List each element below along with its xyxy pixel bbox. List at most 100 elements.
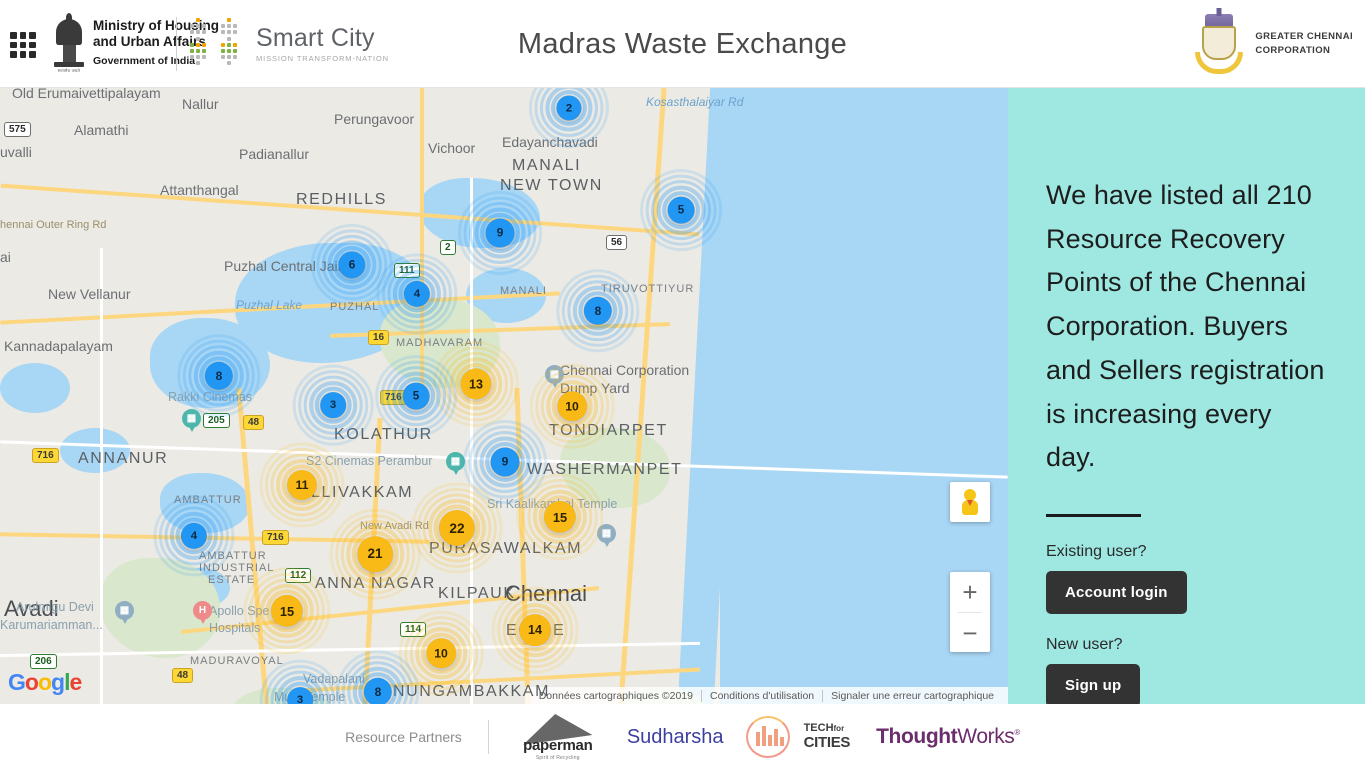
gcc-crest-icon xyxy=(1193,14,1245,74)
smart-city-dot xyxy=(196,36,201,41)
cluster-marker-count: 10 xyxy=(426,638,456,668)
thoughtworks-light: Works xyxy=(957,725,1015,748)
smart-city-dot xyxy=(196,30,201,35)
map-poi-pin[interactable]: H xyxy=(193,601,212,626)
map-road-6 xyxy=(236,388,269,704)
footer-divider xyxy=(487,720,489,754)
map-road-15 xyxy=(0,641,700,658)
map-place-label: uvalli xyxy=(0,144,32,160)
smart-city-dot xyxy=(233,55,238,60)
smart-city-tagline: MISSION TRANSFORM-NATION xyxy=(256,53,389,63)
street-view-pegman-button[interactable] xyxy=(950,482,990,522)
zoom-out-button[interactable]: − xyxy=(950,613,990,653)
smart-city-dot xyxy=(221,24,225,29)
map-road-13 xyxy=(100,248,103,704)
map-canvas[interactable]: Google Données cartographiques ©2019 Cond… xyxy=(0,88,1008,704)
map-attribution-item[interactable]: Données cartographiques ©2019 xyxy=(531,690,701,702)
map-place-label: ai xyxy=(0,249,11,265)
map-poi-pin[interactable]: ▦ xyxy=(182,409,201,434)
smart-city-dot xyxy=(227,18,232,22)
tfc-top: TECH xyxy=(803,722,834,735)
map-route-shield: 575 xyxy=(4,122,31,137)
map-route-shield: 2 xyxy=(440,240,456,255)
smart-city-dot xyxy=(233,42,238,47)
smart-city-mark-icon xyxy=(190,18,242,70)
smart-city-dot xyxy=(227,30,232,35)
map-place-label: New Vellanur xyxy=(48,286,131,302)
map-poi-pin[interactable]: ▦ xyxy=(115,601,134,626)
smart-city-dot xyxy=(227,55,232,60)
cluster-marker-count: 14 xyxy=(519,614,551,646)
smart-city-dot xyxy=(202,55,207,60)
map-place-label: Old Erumaivettipalayam xyxy=(12,88,161,101)
google-logo-g1: G xyxy=(8,669,26,695)
map-place-label: hennai Outer Ring Rd xyxy=(0,219,107,231)
header-divider xyxy=(176,17,177,71)
map-attribution-item[interactable]: Conditions d'utilisation xyxy=(700,689,822,702)
map-road-3 xyxy=(420,88,424,388)
smart-city-dot xyxy=(196,49,201,53)
zoom-in-button[interactable]: + xyxy=(950,572,990,612)
map-place-label: Alamathi xyxy=(74,122,129,138)
cluster-marker-count: 11 xyxy=(286,469,318,501)
emblem-motto: सत्यमेव जयते xyxy=(57,68,81,73)
gcc-line-2: CORPORATION xyxy=(1255,45,1331,56)
map-place-label: Avadi xyxy=(4,596,59,621)
smart-city-dot xyxy=(196,55,201,60)
map-place-label: Perungavoor xyxy=(334,111,415,127)
cluster-marker-count: 13 xyxy=(460,368,492,400)
paperman-name: paperman xyxy=(523,737,593,754)
map-route-shield: 716 xyxy=(262,530,289,545)
cluster-marker-count: 9 xyxy=(485,218,515,248)
smart-city-dot xyxy=(202,24,207,29)
map-route-shield: 716 xyxy=(32,448,59,463)
google-logo-e: e xyxy=(69,669,82,695)
map-attribution-item[interactable]: Signaler une erreur cartographique xyxy=(822,689,1002,702)
panel-headline: We have listed all 210 Resource Recovery… xyxy=(1046,180,1325,473)
footer: Resource Partners paperman Spirit of Rec… xyxy=(0,704,1365,770)
google-logo-g2: g xyxy=(51,669,65,695)
map-zoom-controls[interactable]: + − xyxy=(950,572,990,652)
cluster-marker-count: 10 xyxy=(557,391,587,421)
cluster-marker-count: 22 xyxy=(438,509,476,547)
side-panel: We have listed all 210 Resource Recovery… xyxy=(1008,88,1365,708)
map-place-label: Arulmigu Devi xyxy=(16,600,94,614)
sign-up-button[interactable]: Sign up xyxy=(1046,664,1141,708)
tfc-bottom: CITIES xyxy=(803,733,851,751)
smart-city-dot xyxy=(233,24,238,29)
cluster-marker-count: 21 xyxy=(357,536,393,572)
india-emblem-icon: सत्यमेव जयते xyxy=(52,12,86,74)
map-place-label: MANALI xyxy=(512,157,582,174)
greater-chennai-corporation-logo: GREATER CHENNAI CORPORATION xyxy=(1193,14,1353,74)
map-route-shield: 48 xyxy=(243,415,265,430)
smart-city-dot xyxy=(221,55,225,60)
smart-city-dot xyxy=(233,49,238,53)
smart-city-dot xyxy=(227,36,232,41)
cluster-marker-count: 2 xyxy=(556,95,582,121)
poi-pin-glyph: ▦ xyxy=(119,605,130,616)
smart-city-dot xyxy=(190,42,194,47)
partner-logo-thoughtworks[interactable]: ThoughtWorks® xyxy=(876,725,1020,749)
smart-city-dot xyxy=(221,30,225,35)
partner-logo-tech-for-cities[interactable]: TECHfor CITIES xyxy=(740,716,851,758)
smart-city-dot xyxy=(190,49,194,53)
tfc-top-suffix: for xyxy=(833,724,845,734)
smart-city-logo: Smart City MISSION TRANSFORM-NATION xyxy=(190,18,389,70)
map-route-shield: 206 xyxy=(30,654,57,669)
tech-for-cities-mark-icon xyxy=(740,716,798,758)
partner-logo-sudharsha[interactable]: Sudharsha xyxy=(627,726,724,749)
smart-city-dot xyxy=(227,24,232,29)
cluster-marker-count: 3 xyxy=(320,392,346,418)
map-attribution: Données cartographiques ©2019 Conditions … xyxy=(524,687,1008,704)
google-logo-o2: o xyxy=(37,669,52,695)
map-route-shield: 16 xyxy=(368,330,390,345)
new-user-label: New user? xyxy=(1046,636,1123,654)
apps-grid-icon[interactable] xyxy=(8,30,38,60)
cluster-marker-count: 3 xyxy=(287,687,313,704)
map-place-label: Kannadapalayam xyxy=(4,338,113,354)
partner-logo-paperman[interactable]: paperman Spirit of Recycling xyxy=(515,709,601,761)
smart-city-dot xyxy=(190,24,194,29)
account-login-button[interactable]: Account login xyxy=(1046,571,1187,615)
map-place-label: Nallur xyxy=(182,96,219,112)
thoughtworks-bold: Thought xyxy=(876,725,958,748)
